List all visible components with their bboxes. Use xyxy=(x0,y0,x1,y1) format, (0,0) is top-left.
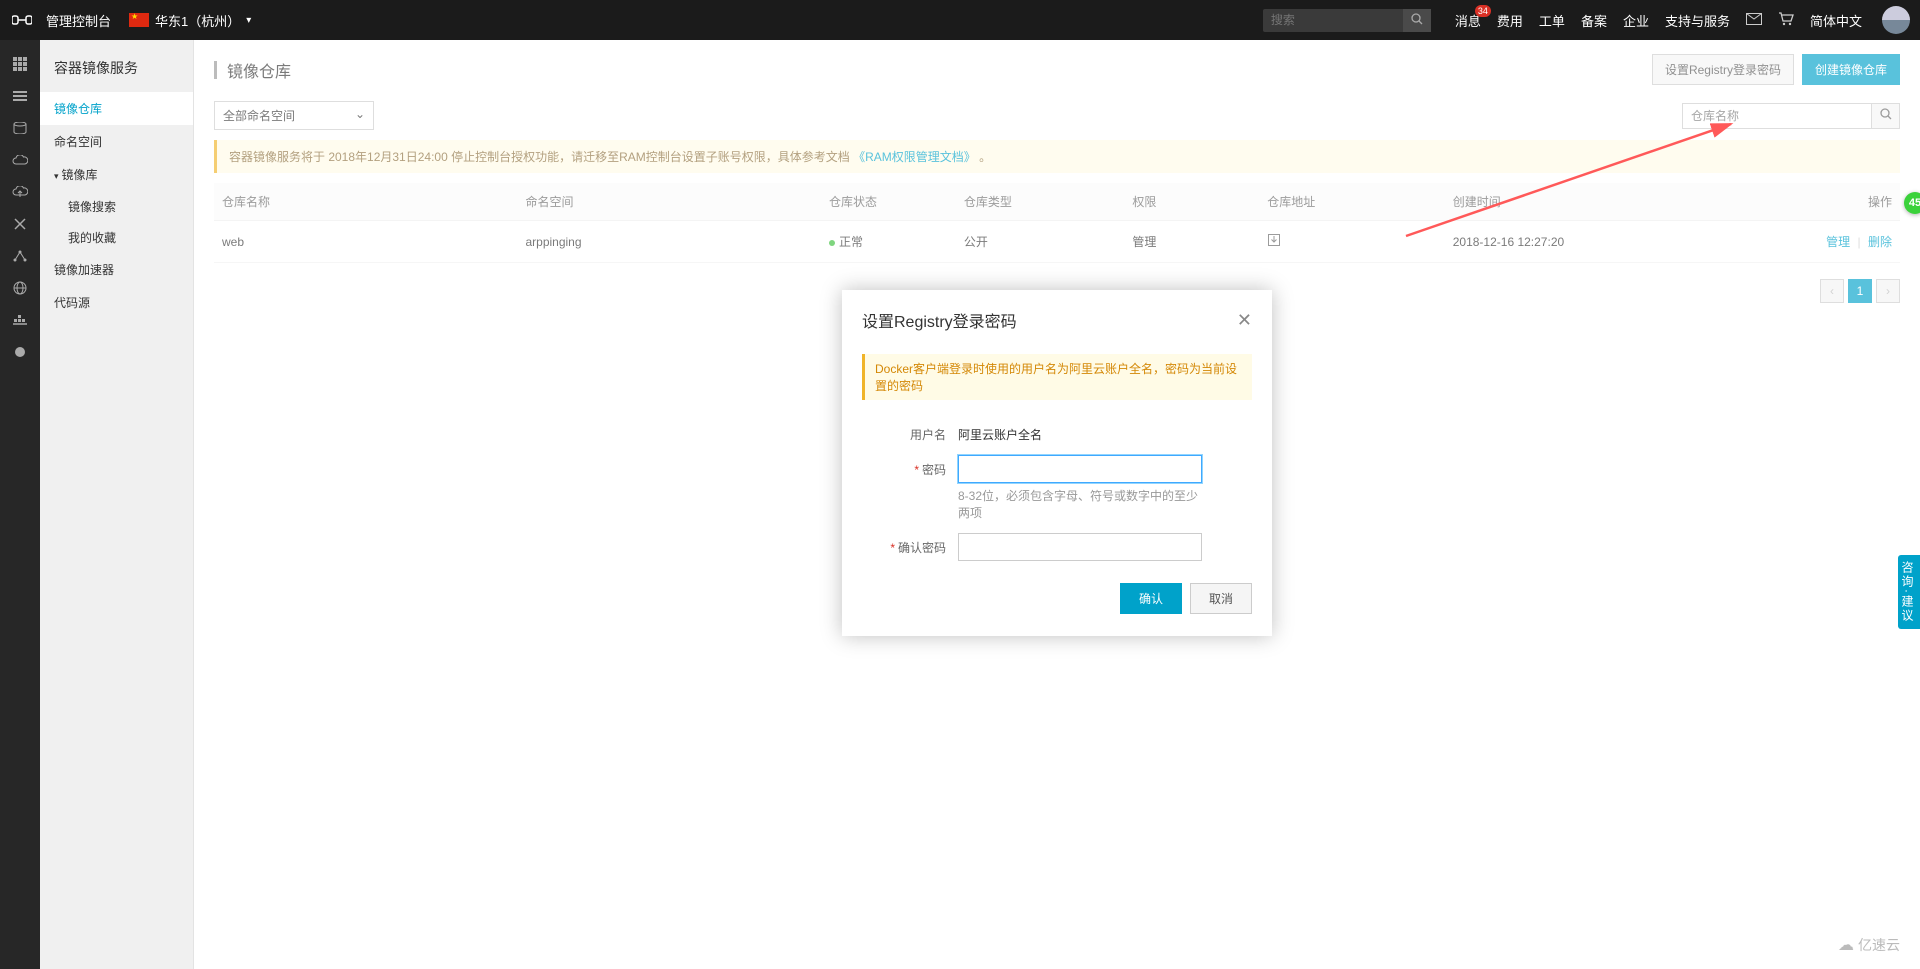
nodes-icon[interactable] xyxy=(0,240,40,272)
icon-sidebar xyxy=(0,40,40,969)
sidebar-item-favorites[interactable]: 我的收藏 xyxy=(40,222,193,253)
region-selector[interactable]: 华东1（杭州） ▾ xyxy=(129,11,251,30)
cloud-logo-icon: ☁ xyxy=(1838,935,1854,955)
sidebar-item-accelerator[interactable]: 镜像加速器 xyxy=(40,253,193,286)
value-username: 阿里云账户全名 xyxy=(958,420,1042,443)
confirm-button[interactable]: 确认 xyxy=(1120,583,1182,614)
grid-icon[interactable] xyxy=(0,48,40,80)
mail-icon[interactable] xyxy=(1746,13,1762,28)
messages-badge: 34 xyxy=(1475,5,1491,17)
cancel-button[interactable]: 取消 xyxy=(1190,583,1252,614)
global-search[interactable] xyxy=(1263,9,1431,32)
cart-icon[interactable] xyxy=(1778,12,1794,29)
label-username: 用户名 xyxy=(862,420,958,443)
circle-icon[interactable] xyxy=(0,336,40,368)
nav-support[interactable]: 支持与服务 xyxy=(1665,11,1730,30)
list-icon[interactable] xyxy=(0,80,40,112)
nav-tickets[interactable]: 工单 xyxy=(1539,11,1565,30)
label-confirm: *确认密码 xyxy=(862,533,958,556)
topbar: 管理控制台 华东1（杭州） ▾ 消息 34 费用 工单 备案 企业 支持与服务 … xyxy=(0,0,1920,40)
modal-notice: Docker客户端登录时使用的用户名为阿里云账户全名，密码为当前设置的密码 xyxy=(862,354,1252,400)
cloud-upload-icon[interactable] xyxy=(0,176,40,208)
help-float[interactable]: 咨询·建议 xyxy=(1898,555,1920,629)
brand-logo[interactable] xyxy=(10,8,34,32)
cross-icon[interactable] xyxy=(0,208,40,240)
caret-down-icon: ▾ xyxy=(54,171,59,181)
password-hint: 8-32位，必须包含字母、符号或数字中的至少两项 xyxy=(958,487,1202,521)
console-label[interactable]: 管理控制台 xyxy=(46,11,111,30)
search-input[interactable] xyxy=(1263,9,1403,31)
float-badge[interactable]: 45 xyxy=(1904,192,1920,214)
sidebar-title: 容器镜像服务 xyxy=(40,58,193,92)
search-button[interactable] xyxy=(1403,9,1431,32)
nav-fees[interactable]: 费用 xyxy=(1497,11,1523,30)
modal-overlay: 设置Registry登录密码 ✕ Docker客户端登录时使用的用户名为阿里云账… xyxy=(194,40,1920,969)
flag-icon xyxy=(129,13,149,27)
nav-beian[interactable]: 备案 xyxy=(1581,11,1607,30)
label-password: *密码 xyxy=(862,455,958,478)
sidebar-item-source[interactable]: 代码源 xyxy=(40,286,193,319)
user-avatar[interactable] xyxy=(1882,6,1910,34)
nav-enterprise[interactable]: 企业 xyxy=(1623,11,1649,30)
service-sidebar: 容器镜像服务 镜像仓库 命名空间 ▾镜像库 镜像搜索 我的收藏 镜像加速器 代码… xyxy=(40,40,194,969)
sidebar-item-namespaces[interactable]: 命名空间 xyxy=(40,125,193,158)
nav-language[interactable]: 简体中文 xyxy=(1810,11,1862,30)
set-password-modal: 设置Registry登录密码 ✕ Docker客户端登录时使用的用户名为阿里云账… xyxy=(842,290,1272,636)
globe-icon[interactable] xyxy=(0,272,40,304)
close-icon[interactable]: ✕ xyxy=(1237,310,1252,331)
sidebar-item-mirrors[interactable]: ▾镜像库 xyxy=(40,158,193,191)
watermark: ☁ 亿速云 xyxy=(1838,935,1900,955)
password-input[interactable] xyxy=(958,455,1202,483)
main-content: 镜像仓库 设置Registry登录密码 创建镜像仓库 全部命名空间 ⌄ 容器镜像… xyxy=(194,40,1920,969)
nav-messages[interactable]: 消息 34 xyxy=(1455,11,1481,30)
modal-title: 设置Registry登录密码 xyxy=(862,308,1237,332)
confirm-password-input[interactable] xyxy=(958,533,1202,561)
cloud-icon[interactable] xyxy=(0,144,40,176)
region-name: 华东1（杭州） xyxy=(155,11,240,30)
container-icon[interactable] xyxy=(0,304,40,336)
database-icon[interactable] xyxy=(0,112,40,144)
sidebar-item-repos[interactable]: 镜像仓库 xyxy=(40,92,193,125)
chevron-down-icon: ▾ xyxy=(246,15,251,26)
sidebar-item-search[interactable]: 镜像搜索 xyxy=(40,191,193,222)
